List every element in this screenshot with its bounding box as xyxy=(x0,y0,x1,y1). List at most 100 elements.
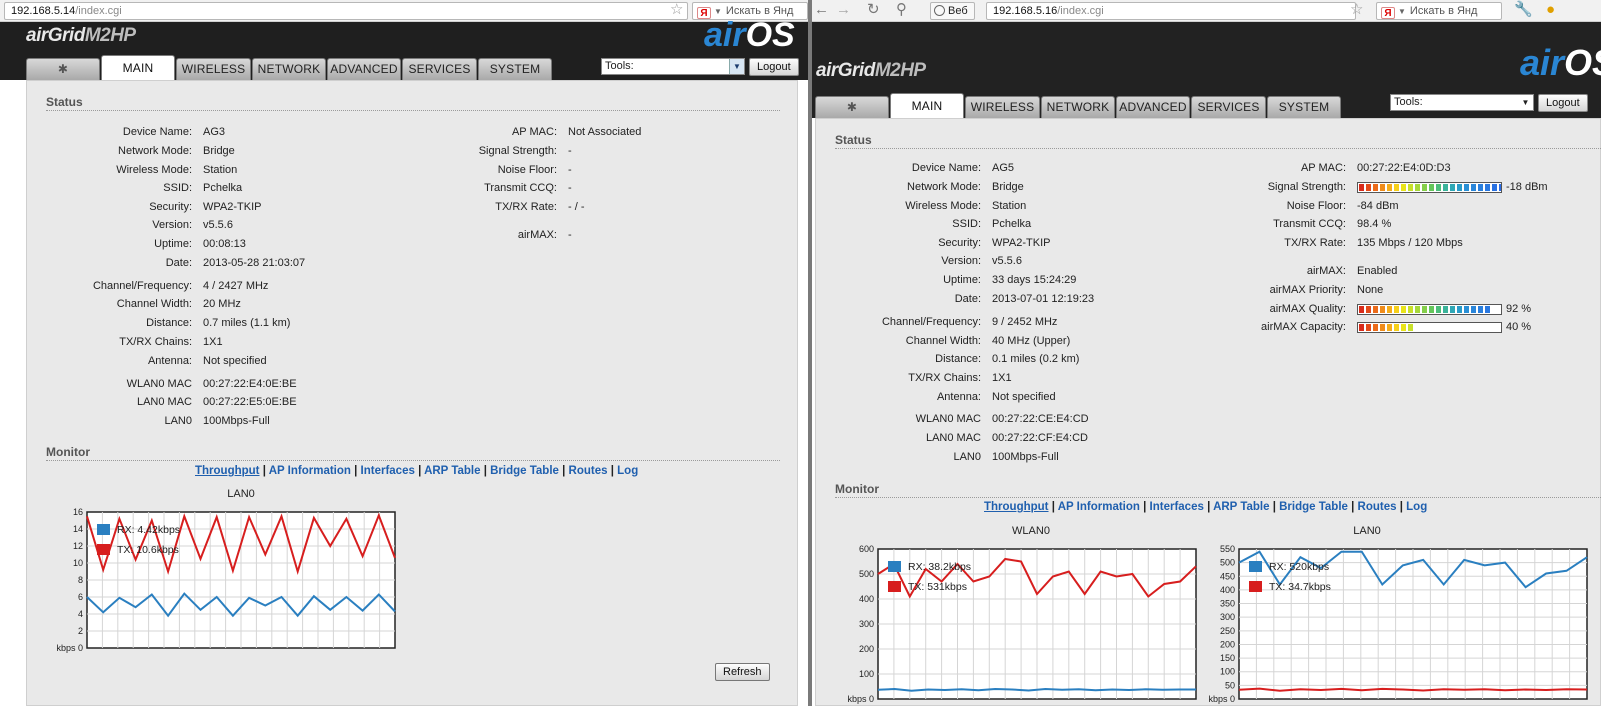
tools-select[interactable]: Tools: ▼ xyxy=(1390,94,1534,111)
notification-icon[interactable]: ● xyxy=(1546,1,1555,19)
transmit-ccq-value: 98.4 % xyxy=(1357,218,1392,230)
chart-title-wlan0: WLAN0 xyxy=(1012,525,1050,537)
y-tick-label: 100 xyxy=(1220,667,1235,677)
y-tick-label: 6 xyxy=(78,592,83,602)
link-separator: | xyxy=(1269,501,1280,513)
tx-rx-rate-label: TX/RX Rate: xyxy=(1284,237,1346,249)
tab-system[interactable]: SYSTEM xyxy=(1267,96,1341,118)
back-icon[interactable]: ← xyxy=(814,1,829,19)
wrench-icon[interactable]: 🔧 xyxy=(1514,1,1533,19)
url-input[interactable]: 192.168.5.16/index.cgi xyxy=(986,2,1356,20)
bookmark-star-icon[interactable]: ☆ xyxy=(1350,2,1363,18)
monitor-link-routes[interactable]: Routes xyxy=(1358,501,1397,513)
tab-main[interactable]: MAIN xyxy=(890,93,964,118)
lan0-mac-label: LAN0 MAC xyxy=(136,396,192,408)
channel-frequency-label: Channel/Frequency: xyxy=(881,316,981,328)
channel-width-label: Channel Width: xyxy=(905,335,981,347)
ssid-label: SSID: xyxy=(163,182,192,194)
monitor-link-log[interactable]: Log xyxy=(617,465,638,477)
monitor-link-interfaces[interactable]: Interfaces xyxy=(361,465,415,477)
tab-wireless[interactable]: WIRELESS xyxy=(965,96,1040,118)
device-name-label: Device Name: xyxy=(911,162,981,174)
search-dropdown-icon[interactable]: ▼ xyxy=(714,7,722,16)
monitor-link-routes[interactable]: Routes xyxy=(569,465,608,477)
forward-icon[interactable]: → xyxy=(836,1,851,19)
monitor-link-throughput[interactable]: Throughput xyxy=(195,465,260,477)
legend-swatch xyxy=(888,561,901,572)
monitor-link-arp-table[interactable]: ARP Table xyxy=(1213,501,1269,513)
refresh-button[interactable]: Refresh xyxy=(715,663,770,681)
antenna-value: Not specified xyxy=(992,391,1056,403)
tab-wireless[interactable]: WIRELESS xyxy=(176,58,251,80)
browser-window-right: ← → ↻ ⚲ Веб 192.168.5.16/index.cgi ☆ Я ▼ И… xyxy=(812,0,1601,706)
bookmark-star-icon[interactable]: ☆ xyxy=(670,2,683,18)
security-label: Security: xyxy=(938,237,981,249)
uptime-label: Uptime: xyxy=(154,238,192,250)
tab-system[interactable]: SYSTEM xyxy=(478,58,552,80)
tab-advanced[interactable]: ADVANCED xyxy=(327,58,401,80)
throughput-chart-wlan0: 100 200 300 400 500 600 kbps 0 RX: 38.2kbps TX: … xyxy=(847,544,1197,704)
wlan0-mac-label: WLAN0 MAC xyxy=(126,378,192,390)
airmax-quality-value: 92 % xyxy=(1506,303,1532,315)
transmit-ccq-label: Transmit CCQ: xyxy=(1273,218,1346,230)
tab-network[interactable]: NETWORK xyxy=(252,58,326,80)
monitor-link-ap-information[interactable]: AP Information xyxy=(1058,501,1140,513)
y-tick-label: 150 xyxy=(1220,653,1235,663)
key-icon[interactable]: ⚲ xyxy=(896,1,907,19)
airmax-value: - xyxy=(568,229,572,241)
monitor-link-bridge-table[interactable]: Bridge Table xyxy=(1279,501,1348,513)
reload-icon[interactable]: ↻ xyxy=(867,1,880,19)
y-tick-label: 500 xyxy=(859,569,874,579)
monitor-link-log[interactable]: Log xyxy=(1406,501,1427,513)
tab-advanced[interactable]: ADVANCED xyxy=(1116,96,1190,118)
y-tick-label: 2 xyxy=(78,626,83,636)
monitor-links: Throughput | AP Information | Interfaces… xyxy=(984,501,1427,513)
tab-network[interactable]: NETWORK xyxy=(1041,96,1115,118)
tab-main[interactable]: MAIN xyxy=(101,55,175,80)
logout-button[interactable]: Logout xyxy=(1538,94,1588,112)
channel-frequency-value: 4 / 2427 MHz xyxy=(203,280,269,292)
antenna-label: Antenna: xyxy=(147,355,192,367)
monitor-link-arp-table[interactable]: ARP Table xyxy=(424,465,480,477)
url-host: 192.168.5.16 xyxy=(993,5,1058,17)
distance-label: Distance: xyxy=(935,353,981,365)
version-label: Version: xyxy=(152,219,192,231)
tab-services[interactable]: SERVICES xyxy=(402,58,477,80)
url-input[interactable]: 192.168.5.14/index.cgi xyxy=(4,2,688,20)
lan0-mac-label: LAN0 MAC xyxy=(925,432,981,444)
monitor-links: Throughput | AP Information | Interfaces… xyxy=(195,465,638,477)
link-separator: | xyxy=(480,465,491,477)
monitor-link-ap-information[interactable]: AP Information xyxy=(269,465,351,477)
product-logo: airGridM2HP xyxy=(26,25,136,46)
tab-services[interactable]: SERVICES xyxy=(1191,96,1266,118)
link-separator: | xyxy=(607,465,618,477)
airmax-priority-label: airMAX Priority: xyxy=(1269,284,1346,296)
monitor-link-interfaces[interactable]: Interfaces xyxy=(1150,501,1204,513)
monitor-link-throughput[interactable]: Throughput xyxy=(984,501,1049,513)
y-tick-label: 600 xyxy=(859,544,874,554)
yandex-search-box[interactable]: Я ▼ Искать в Янд xyxy=(1376,2,1502,20)
legend-label: TX: 10.6kbps xyxy=(117,544,179,556)
y-tick-label: 400 xyxy=(1220,585,1235,595)
link-separator: | xyxy=(1203,501,1214,513)
device-name-value: AG3 xyxy=(203,126,226,138)
legend-swatch xyxy=(888,581,901,592)
network-mode-label: Network Mode: xyxy=(907,181,981,193)
date-label: Date: xyxy=(165,257,192,269)
monitor-link-bridge-table[interactable]: Bridge Table xyxy=(490,465,559,477)
url-path: /index.cgi xyxy=(1057,5,1104,17)
link-separator: | xyxy=(259,465,269,477)
noise-floor-label: Noise Floor: xyxy=(1286,200,1346,212)
wireless-mode-label: Wireless Mode: xyxy=(905,200,981,212)
status-divider xyxy=(835,148,1601,149)
web-search-button[interactable]: Веб xyxy=(930,2,975,20)
search-placeholder: Искать в Янд xyxy=(1409,5,1478,17)
search-dropdown-icon[interactable]: ▼ xyxy=(1398,7,1406,16)
monitor-divider xyxy=(835,497,1601,498)
tab-ubnt-logo[interactable]: ✱ xyxy=(26,58,100,80)
security-label: Security: xyxy=(149,201,192,213)
tools-select[interactable]: Tools: ▼ xyxy=(601,58,745,75)
tab-ubnt-logo[interactable]: ✱ xyxy=(815,96,889,118)
security-value: WPA2-TKIP xyxy=(203,201,262,213)
logout-button[interactable]: Logout xyxy=(749,58,799,76)
